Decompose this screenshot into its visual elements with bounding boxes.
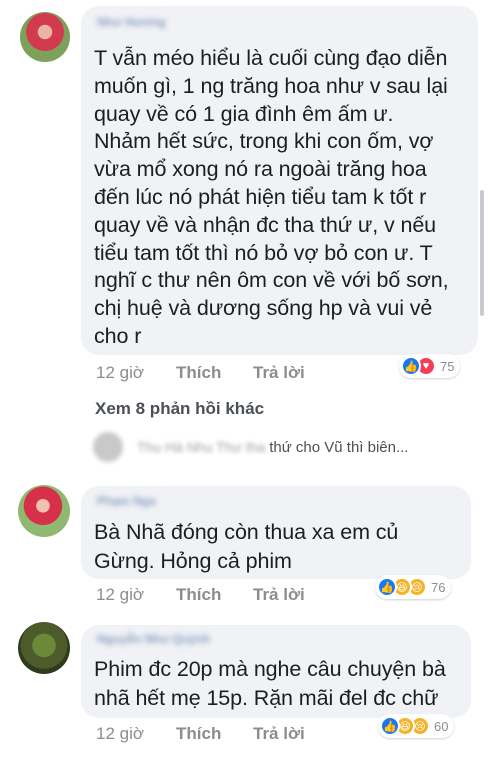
view-more-replies-link[interactable]: Xem 8 phản hồi khác: [95, 399, 264, 419]
reply-author: Thu Hà Nhu Thư tha: [137, 439, 266, 455]
comment-text: Phim đc 20p mà nghe câu chuyện bà nhã hết…: [94, 655, 446, 713]
comment-author[interactable]: Như Hương: [97, 15, 166, 29]
comment-timestamp[interactable]: 12 giờ: [96, 585, 176, 605]
reaction-count: 76: [431, 579, 446, 595]
reaction-count: 60: [434, 718, 449, 734]
commenter-avatar[interactable]: [20, 12, 70, 62]
thumbs-up-icon: 👍: [377, 577, 397, 597]
reaction-summary[interactable]: 👍 😆 😢 76: [375, 575, 452, 599]
reply-avatar: [93, 432, 123, 462]
comment-line: T vẫn méo hiểu là cuối cùng đạo diễn: [94, 46, 448, 70]
comment-actions: 12 giờ Thích Trả lời: [96, 363, 305, 383]
commenter-avatar[interactable]: [18, 485, 70, 537]
comment-text: T vẫn méo hiểu là cuối cùng đạo diễn muốn…: [94, 45, 449, 351]
comment-bubble: Như Hương T vẫn méo hiểu là cuối cùng đạ…: [81, 6, 478, 355]
comment-line: đến lúc nó phát hiện tiểu tam k tốt r: [94, 184, 427, 209]
comment-scrollbar[interactable]: [480, 190, 484, 316]
comment-line: quay về có 1 gia đình êm ấm ư.: [94, 101, 394, 126]
reaction-summary[interactable]: 👍 😆 😢 60: [378, 714, 455, 738]
comment-line: nghĩ c thư nên ôm con về với bố sơn,: [94, 268, 449, 293]
comment-line: Nhảm hết sức, trong khi con ốm, vợ: [94, 129, 434, 154]
commenter-avatar[interactable]: [18, 622, 70, 674]
reply-link[interactable]: Trả lời: [253, 363, 305, 383]
reply-snippet: thứ cho Vũ thì biên...: [269, 438, 409, 456]
reply-link[interactable]: Trả lời: [253, 585, 305, 605]
comment-line: cho r: [94, 323, 142, 348]
comment-line: vừa mổ xong nó ra ngoài trăng hoa: [94, 157, 427, 182]
comment-actions: 12 giờ Thích Trả lời: [96, 585, 305, 605]
comment-line: Bà Nhã đóng còn thua xa em củ: [94, 520, 399, 544]
comment-line: Gừng. Hỏng cả phim: [94, 549, 292, 573]
comment-line: nhã hết mẹ 15p. Rặn mãi đel đc chữ: [94, 686, 439, 710]
comment-line: Phim đc 20p mà nghe câu chuyện bà: [94, 657, 446, 681]
comment-timestamp[interactable]: 12 giờ: [96, 724, 176, 744]
comment-text: Bà Nhã đóng còn thua xa em củ Gừng. Hỏng …: [94, 518, 398, 576]
reply-link[interactable]: Trả lời: [253, 724, 305, 744]
comment-line: quay về và nhận đc tha thứ ư, v nếu: [94, 212, 437, 237]
reply-preview[interactable]: Thu Hà Nhu Thư tha thứ cho Vũ thì biên..…: [93, 432, 473, 462]
reaction-summary[interactable]: 👍 ♥ 75: [399, 354, 461, 378]
comment-actions: 12 giờ Thích Trả lời: [96, 724, 305, 744]
comment-timestamp[interactable]: 12 giờ: [96, 363, 176, 383]
thumbs-up-icon: 👍: [401, 356, 421, 376]
comment-author[interactable]: Nguyễn Như Quỳnh: [97, 632, 210, 646]
comment-bubble: Nguyễn Như Quỳnh Phim đc 20p mà nghe câu…: [81, 625, 471, 718]
comment-author[interactable]: Phạm Nga: [97, 494, 156, 508]
comment-line: muốn gì, 1 ng trăng hoa như v sau lại: [94, 73, 448, 98]
like-link[interactable]: Thích: [176, 724, 253, 744]
reaction-count: 75: [440, 358, 455, 374]
thumbs-up-icon: 👍: [380, 716, 400, 736]
like-link[interactable]: Thích: [176, 585, 253, 605]
comment-line: tiểu tam tốt thì nó bỏ vợ bỏ con ư. T: [94, 240, 433, 265]
comment-bubble: Phạm Nga Bà Nhã đóng còn thua xa em củ Gừ…: [81, 486, 471, 579]
like-link[interactable]: Thích: [176, 363, 253, 383]
comment-line: chị huệ và dương sống hp và vui vẻ: [94, 296, 433, 321]
